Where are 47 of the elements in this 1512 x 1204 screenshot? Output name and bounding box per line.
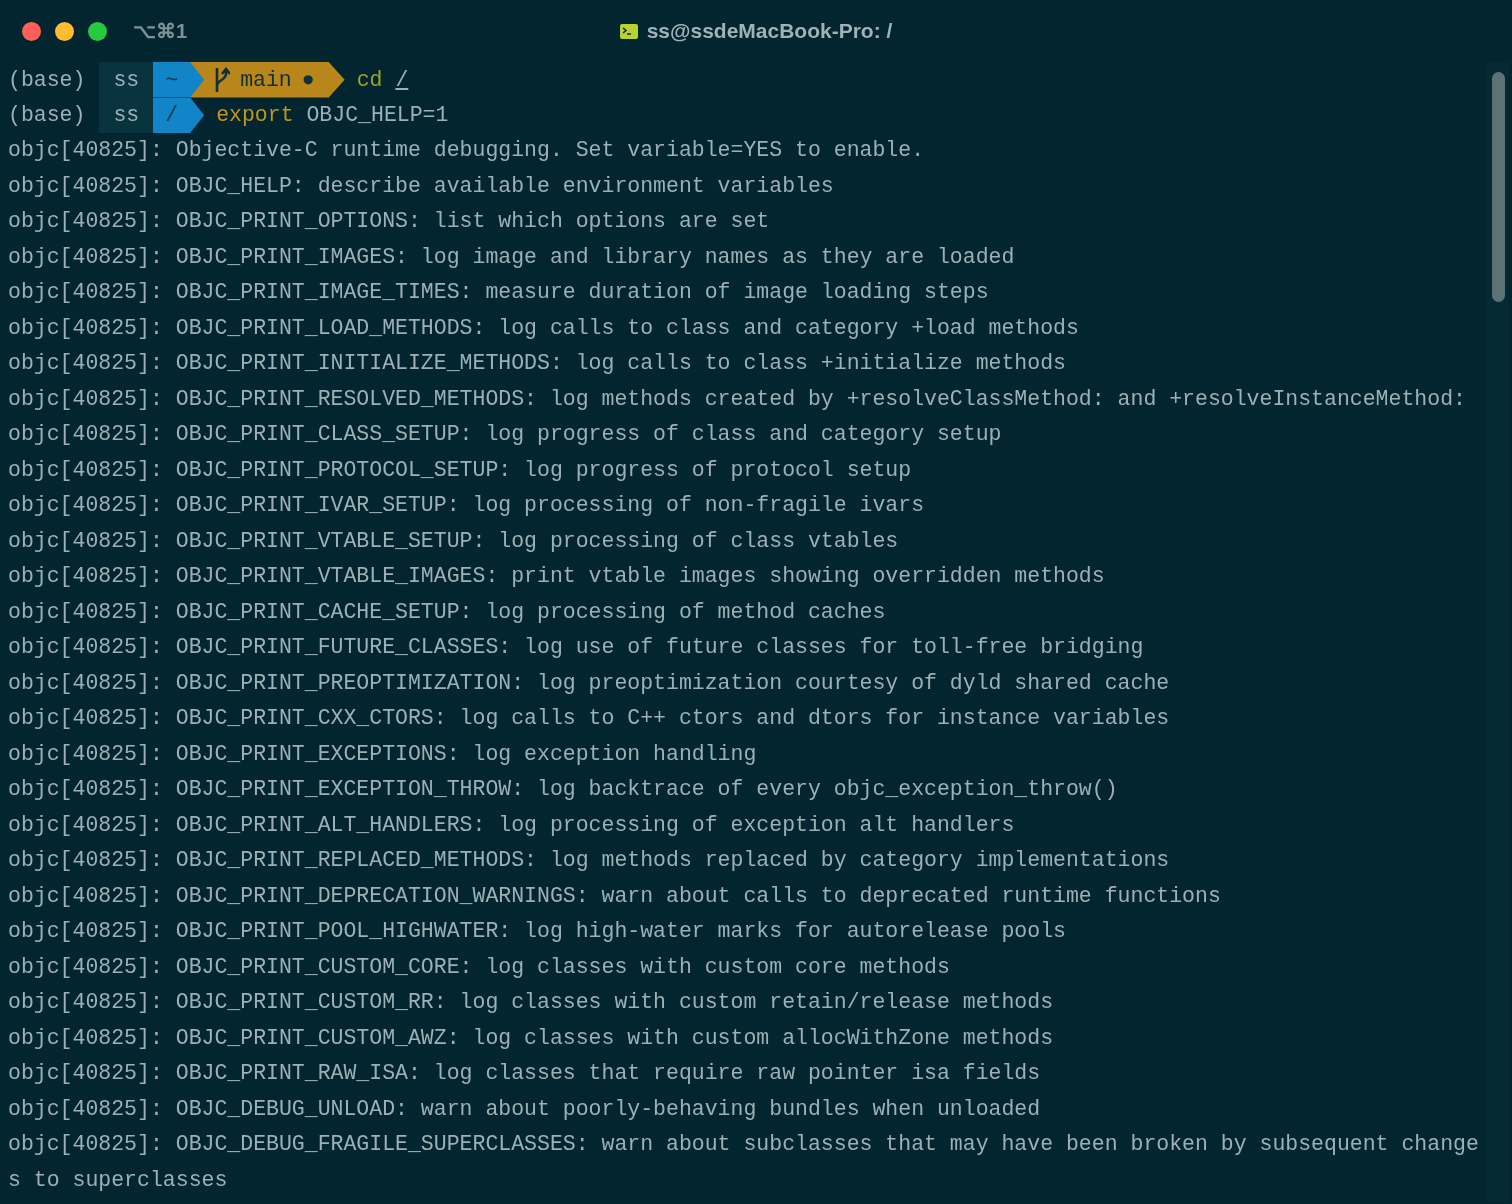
output-line: objc[40825]: OBJC_PRINT_IMAGES: log image and library names as they are loaded	[8, 243, 1016, 271]
conda-env: (base)	[8, 66, 87, 94]
output-line: objc[40825]: OBJC_PRINT_EXCEPTION_THROW: log backtrace of every objc_exception_throw()	[8, 776, 1119, 803]
scrollbar-thumb[interactable]	[1491, 72, 1505, 302]
output-line: objc[40825]: OBJC_PRINT_IMAGE_TIMES: measure duration of image loading steps	[8, 279, 990, 306]
output-line: objc[40825]: OBJC_PRINT_CUSTOM_CORE: log classes with custom core methods	[8, 953, 951, 981]
zoom-button[interactable]	[88, 21, 107, 41]
output-line: objc[40825]: OBJC_DEBUG_UNLOAD: warn about poorly-behaving bundles when unloaded	[8, 1095, 1042, 1123]
output-line: objc[40825]: OBJC_PRINT_FUTURE_CLASSES: log use of future classes for toll-free bridging	[8, 634, 1145, 661]
output-line: objc[40825]: OBJC_PRINT_REPLACED_METHODS: log methods replaced by category implementations	[8, 847, 1171, 874]
output-line: objc[40825]: OBJC_PRINT_CUSTOM_AWZ: log classes with custom allocWithZone methods	[8, 1024, 1055, 1052]
output-line: objc[40825]: OBJC_PRINT_RESOLVED_METHODS: log methods created by +resolveClassMethod: and +resolveInstanceMethod:	[8, 385, 1467, 413]
output-line: objc[40825]: OBJC_PRINT_ALT_HANDLERS: log processing of exception alt handlers	[8, 811, 1016, 839]
output-line: objc[40825]: OBJC_PRINT_PREOPTIMIZATION: log preoptimization courtesy of dyld shared cache	[8, 669, 1171, 697]
prompt-user: ss	[99, 62, 154, 98]
prompt-user: ss	[99, 97, 154, 133]
output-line: objc[40825]: OBJC_PRINT_INITIALIZE_METHODS: log calls to class +initialize methods	[8, 350, 1067, 377]
output-line: objc[40825]: OBJC_PRINT_POOL_HIGHWATER: log high-water marks for autorelease pools	[8, 918, 1067, 945]
output-line: objc[40825]: OBJC_PRINT_VTABLE_IMAGES: print vtable images showing overridden methods	[8, 563, 1106, 590]
command-token: cd	[356, 67, 383, 92]
minimize-button[interactable]	[55, 21, 74, 41]
close-button[interactable]	[22, 21, 41, 41]
output-line: objc[40825]: OBJC_PRINT_PROTOCOL_SETUP: log progress of protocol setup	[8, 456, 913, 484]
command-token: OBJC_HELP=1	[306, 103, 449, 128]
output-line: objc[40825]: OBJC_PRINT_CLASS_SETUP: log progress of class and category setup	[8, 421, 1003, 448]
output-line: objc[40825]: OBJC_PRINT_CXX_CTORS: log calls to C++ ctors and dtors for instance variables	[8, 705, 1171, 732]
window-title: ss@ssdeMacBook-Pro: /	[646, 18, 893, 45]
output-line: objc[40825]: OBJC_HELP: describe available environment variables	[8, 172, 835, 200]
output-line: objc[40825]: OBJC_PRINT_IVAR_SETUP: log processing of non-fragile ivars	[8, 492, 926, 519]
output-line: objc[40825]: OBJC_DEBUG_FRAGILE_SUPERCLASSES: warn about subclasses that may have been broken by subsequent changes to superclasses	[8, 1131, 1480, 1194]
output-line: objc[40825]: OBJC_PRINT_OPTIONS: list which options are set	[8, 208, 771, 235]
output-line: objc[40825]: OBJC_PRINT_EXCEPTIONS: log exception handling	[8, 740, 758, 768]
output-line: objc[40825]: OBJC_PRINT_LOAD_METHODS: log calls to class and category +load methods	[8, 314, 1080, 342]
command-token: /	[395, 67, 409, 92]
tab-shortcut: ⌥⌘1	[133, 19, 188, 44]
output-line: objc[40825]: Objective-C runtime debugging. Set variable=YES to enable.	[8, 137, 926, 164]
output-line: objc[40825]: OBJC_PRINT_RAW_ISA: log classes that require raw pointer isa fields	[8, 1060, 1042, 1087]
output-line: objc[40825]: OBJC_PRINT_DEPRECATION_WARNINGS: warn about calls to deprecated runtime functions	[8, 882, 1222, 910]
output-line: objc[40825]: OBJC_PRINT_CACHE_SETUP: log processing of method caches	[8, 598, 887, 626]
git-status: ●	[301, 66, 315, 94]
command-token: export	[216, 103, 294, 128]
output-line: objc[40825]: OBJC_PRINT_VTABLE_SETUP: log processing of class vtables	[8, 527, 900, 555]
git-branch: main	[240, 66, 292, 94]
output-line: objc[40825]: OBJC_PRINT_CUSTOM_RR: log classes with custom retain/release methods	[8, 989, 1055, 1016]
branch-icon	[214, 65, 231, 94]
terminal-icon	[619, 23, 638, 39]
conda-env: (base)	[8, 102, 87, 130]
